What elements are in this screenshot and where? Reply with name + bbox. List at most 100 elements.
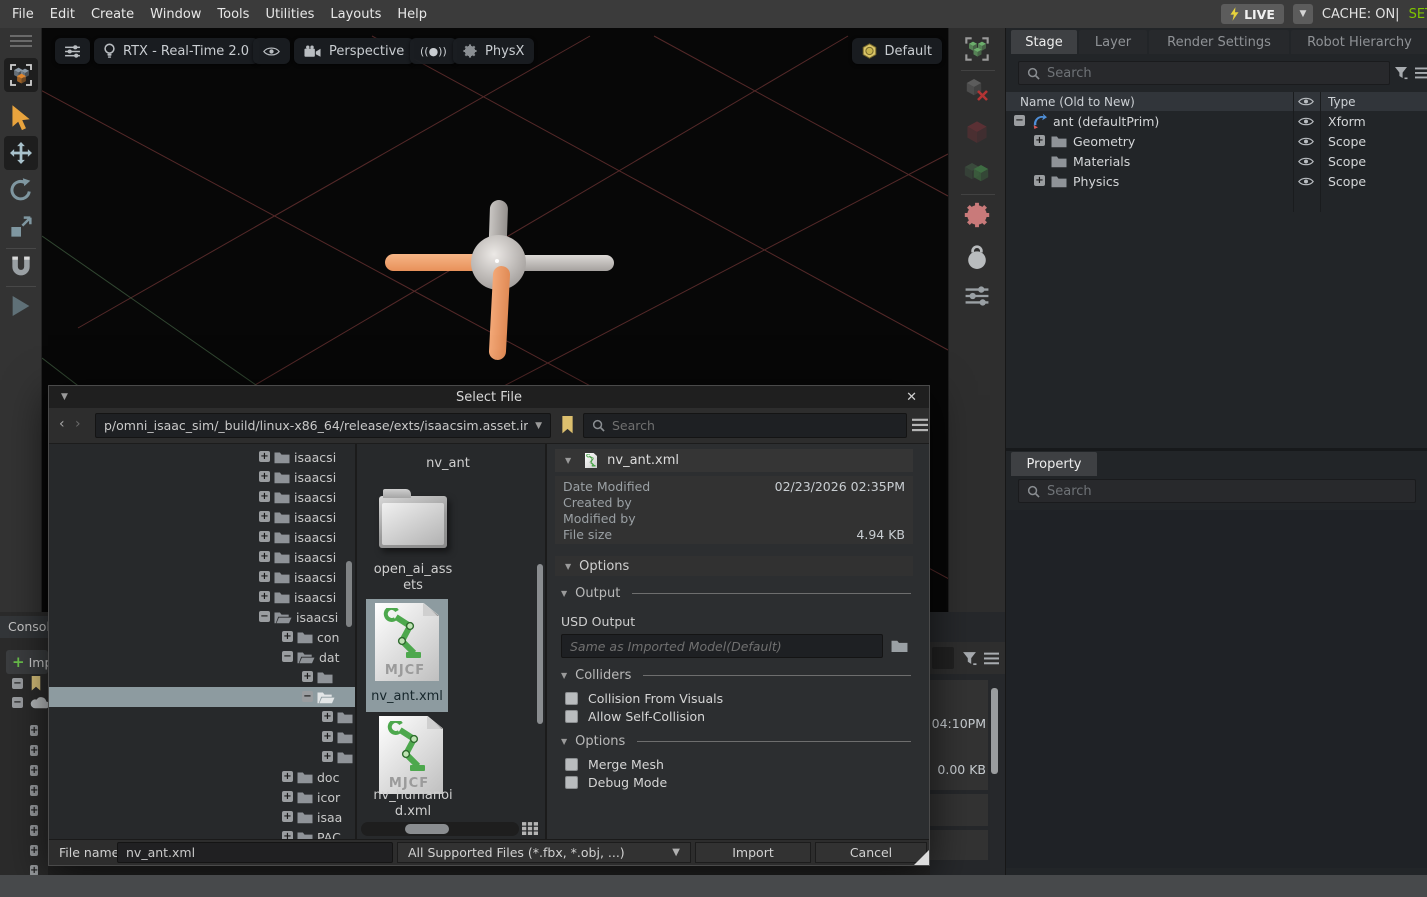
checkbox-debug-mode[interactable]: Debug Mode (565, 775, 667, 790)
stage-search[interactable] (1018, 61, 1390, 85)
back-button[interactable]: ‹ (59, 416, 65, 432)
stage-row-physics[interactable]: + Physics Scope (1006, 171, 1427, 191)
section-options[interactable]: ▼ Options (555, 556, 913, 576)
menu-file[interactable]: File (4, 7, 42, 22)
expander[interactable]: + (259, 531, 270, 542)
expander[interactable]: + (259, 471, 270, 482)
physics-settings-button[interactable] (964, 202, 990, 232)
tab-property[interactable]: Property (1011, 452, 1097, 476)
expander[interactable]: + (1034, 135, 1045, 146)
viewport-settings-button[interactable] (55, 38, 90, 64)
tree-row[interactable]: + (30, 858, 38, 875)
close-icon[interactable]: ✕ (906, 390, 917, 405)
file-tree-row[interactable]: + (49, 747, 355, 767)
physx-button[interactable]: PhysX (453, 38, 534, 64)
grid-scrollbar[interactable] (537, 564, 543, 724)
stage-row-ant[interactable]: − ant (defaultPrim) Xform (1006, 111, 1427, 131)
window-menu-icon[interactable]: ▼ (61, 392, 68, 402)
expander[interactable]: + (259, 491, 270, 502)
audio-button[interactable]: ((●)) (410, 38, 457, 64)
scrollbar[interactable] (991, 688, 998, 774)
expander[interactable]: + (30, 865, 38, 875)
expander[interactable]: + (282, 771, 293, 782)
expander[interactable]: + (259, 571, 270, 582)
property-search-input[interactable] (1047, 484, 1407, 499)
file-tree-row[interactable]: −dat (49, 647, 355, 667)
file-tree-row[interactable]: + (49, 667, 355, 687)
file-tree-row[interactable]: +icor (49, 787, 355, 807)
eye-icon[interactable] (1298, 136, 1314, 147)
expander[interactable]: + (30, 805, 38, 816)
select-mode-button[interactable] (4, 58, 38, 92)
filter-icon[interactable] (1394, 66, 1408, 80)
section-output[interactable]: ▼ Output (561, 586, 911, 601)
file-tree-row[interactable]: +PAC (49, 827, 355, 839)
file-tile-nv-ant-xml-selected[interactable]: MJCF nv_ant.xml (366, 599, 448, 712)
expander[interactable]: + (30, 765, 38, 776)
expander[interactable]: + (30, 845, 38, 856)
renderer-button[interactable]: RTX - Real-Time 2.0 (94, 38, 259, 64)
stage-search-input[interactable] (1047, 66, 1381, 81)
menu-window[interactable]: Window (142, 7, 209, 22)
forward-button[interactable]: › (75, 416, 81, 432)
file-tree-row[interactable]: +isaacsi (49, 487, 355, 507)
grid-view-icon[interactable] (522, 822, 538, 835)
file-tree-row[interactable]: −isaacsi (49, 607, 355, 627)
preferences-button[interactable] (965, 286, 989, 310)
eye-column-icon[interactable] (1298, 96, 1314, 107)
expander[interactable]: − (12, 697, 23, 708)
stage-menu-icon[interactable] (1415, 67, 1427, 79)
expander[interactable]: + (1034, 175, 1045, 186)
expander[interactable]: + (322, 731, 333, 742)
file-tree-row[interactable]: +isaacsi (49, 527, 355, 547)
file-tree-row[interactable]: +isaacsi (49, 447, 355, 467)
expander[interactable]: − (282, 651, 293, 662)
scale-tool-button[interactable] (10, 216, 32, 238)
path-dropdown-icon[interactable]: ▼ (535, 421, 542, 431)
expander[interactable]: + (30, 825, 38, 836)
visibility-button[interactable] (253, 38, 290, 64)
file-tree-row[interactable]: +isaacsi (49, 547, 355, 567)
property-search[interactable] (1018, 479, 1416, 503)
tree-row[interactable]: + (30, 778, 38, 797)
cancel-button[interactable]: Cancel (815, 842, 927, 863)
file-details-header[interactable]: ▼ nv_ant.xml (555, 449, 913, 472)
snap-tool-button[interactable] (10, 254, 32, 278)
tab-console[interactable]: Consol (0, 616, 48, 638)
bookmark-icon[interactable] (561, 416, 574, 434)
expander[interactable]: − (302, 691, 313, 702)
expander[interactable]: + (282, 811, 293, 822)
tab-layer[interactable]: Layer (1079, 30, 1147, 54)
expander[interactable]: − (12, 678, 23, 689)
stage-row-materials[interactable]: Materials Scope (1006, 151, 1427, 171)
expander[interactable]: + (259, 551, 270, 562)
selection-set-button[interactable] (964, 36, 990, 66)
panel-divider[interactable] (1006, 448, 1427, 451)
usd-output-box[interactable] (561, 634, 883, 658)
move-tool-button[interactable] (4, 136, 38, 170)
toolbar-handle-icon[interactable] (10, 34, 32, 48)
checkbox-collision-from-visuals[interactable]: Collision From Visuals (565, 691, 723, 706)
import-button[interactable]: Import (695, 842, 811, 863)
eye-icon[interactable] (1298, 156, 1314, 167)
path-input[interactable] (104, 418, 528, 433)
tree-row[interactable]: + (30, 738, 38, 757)
expander[interactable]: + (259, 451, 270, 462)
file-tree-row[interactable]: +isaa (49, 807, 355, 827)
browse-folder-icon[interactable] (891, 639, 908, 653)
menu-tools[interactable]: Tools (209, 7, 257, 22)
tree-row[interactable]: + (30, 838, 38, 857)
dialog-search-input[interactable] (612, 418, 898, 433)
expander[interactable]: + (30, 725, 38, 736)
rotate-tool-button[interactable] (9, 178, 33, 202)
menu-layouts[interactable]: Layouts (322, 7, 389, 22)
file-name-box[interactable] (117, 842, 393, 863)
file-tree-row[interactable]: +isaacsi (49, 587, 355, 607)
menu-create[interactable]: Create (83, 7, 142, 22)
import-button-clipped[interactable]: + Imp (6, 650, 48, 674)
menu-utilities[interactable]: Utilities (257, 7, 322, 22)
checkbox-merge-mesh[interactable]: Merge Mesh (565, 757, 664, 772)
dialog-search-box[interactable] (583, 413, 907, 438)
camera-button[interactable]: Perspective (294, 38, 414, 64)
waypoint-button[interactable]: Default (852, 38, 943, 64)
